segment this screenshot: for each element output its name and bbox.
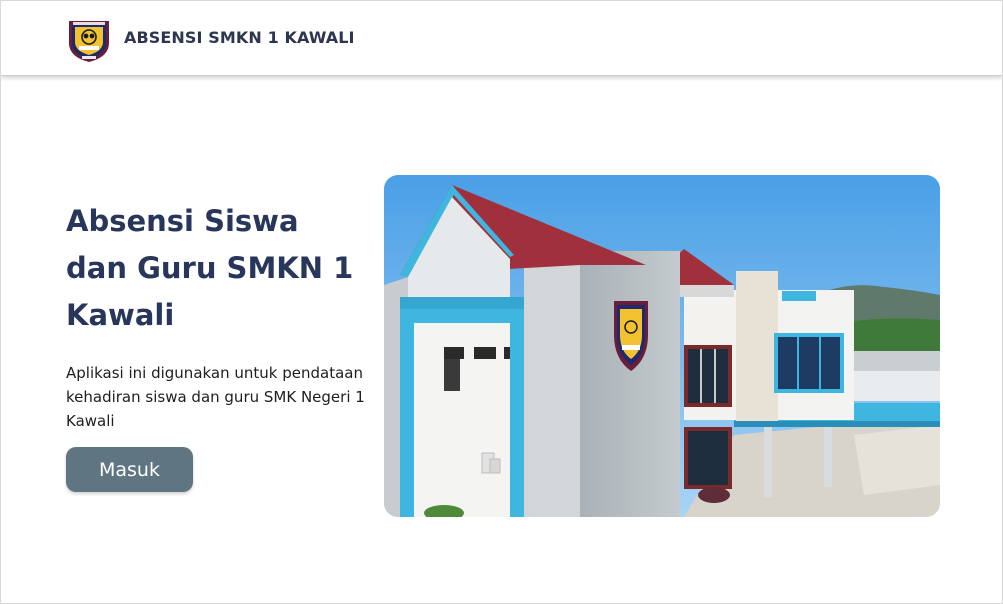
hero-title: Absensi Siswa dan Guru SMKN 1 Kawali xyxy=(66,204,354,332)
app-brand: ABSENSI SMKN 1 KAWALI xyxy=(124,28,355,47)
school-emblem-icon[interactable] xyxy=(65,15,113,63)
page: ABSENSI SMKN 1 KAWALI Absensi Siswa dan … xyxy=(0,0,1003,604)
login-button[interactable]: Masuk xyxy=(66,447,193,492)
school-building-photo xyxy=(384,175,940,517)
hero-description: Aplikasi ini digunakan untuk pendataan k… xyxy=(66,364,365,430)
navbar: ABSENSI SMKN 1 KAWALI xyxy=(1,1,1002,76)
